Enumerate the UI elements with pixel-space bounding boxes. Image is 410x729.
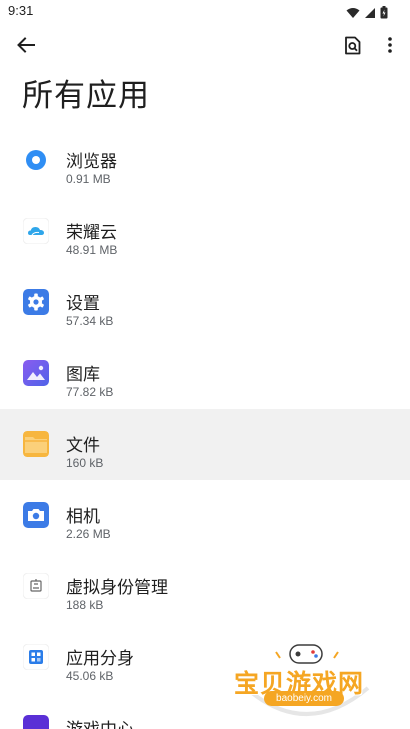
page-title: 所有应用: [22, 78, 150, 114]
back-button[interactable]: [10, 31, 42, 63]
camera-icon: [23, 502, 49, 528]
status-bar: 9:31: [0, 0, 410, 24]
app-row-virtual-identity[interactable]: 虚拟身份管理 188 kB: [0, 551, 410, 622]
game-center-icon: [23, 715, 49, 729]
app-name: 应用分身: [66, 649, 134, 669]
cloud-icon: [23, 218, 49, 244]
browser-icon: [23, 147, 49, 173]
search-doc-icon: [344, 36, 361, 59]
app-row-game-center[interactable]: 游戏中心: [0, 693, 410, 729]
app-list-screen: 9:31 所有应用 浏览器 0.91 MB 荣耀云 48.91 MB 设置 57…: [0, 0, 410, 729]
app-row-files[interactable]: 文件 160 kB: [0, 409, 410, 480]
wifi-icon: [346, 4, 360, 23]
identity-icon: [23, 573, 49, 599]
app-clone-icon: [23, 644, 49, 670]
status-time: 9:31: [8, 3, 34, 18]
search-button[interactable]: [336, 31, 368, 63]
app-name: 荣耀云: [66, 223, 117, 243]
app-name: 游戏中心: [66, 715, 134, 729]
app-row-browser[interactable]: 浏览器 0.91 MB: [0, 125, 410, 196]
battery-icon: [380, 4, 388, 23]
arrow-left-icon: [17, 37, 35, 57]
app-name: 图库: [66, 365, 100, 385]
app-size: 0.91 MB: [66, 172, 111, 186]
settings-gear-icon: [23, 289, 49, 315]
app-size: 2.26 MB: [66, 527, 111, 541]
app-row-camera[interactable]: 相机 2.26 MB: [0, 480, 410, 551]
app-bar: [0, 28, 410, 68]
app-list: 浏览器 0.91 MB 荣耀云 48.91 MB 设置 57.34 kB 图库 …: [0, 125, 410, 729]
more-options-button[interactable]: [374, 31, 406, 63]
app-size: 160 kB: [66, 456, 104, 470]
app-size: 45.06 kB: [66, 669, 114, 683]
app-size: 188 kB: [66, 598, 104, 612]
app-name: 浏览器: [66, 152, 117, 172]
app-row-gallery[interactable]: 图库 77.82 kB: [0, 338, 410, 409]
app-size: 77.82 kB: [66, 385, 114, 399]
app-name: 虚拟身份管理: [66, 578, 168, 598]
more-vert-icon: [388, 37, 392, 57]
signal-icon: [364, 4, 376, 23]
app-name: 相机: [66, 507, 100, 527]
folder-icon: [23, 431, 49, 457]
app-name: 设置: [66, 294, 100, 314]
status-icons: [346, 4, 388, 23]
app-row-honor-cloud[interactable]: 荣耀云 48.91 MB: [0, 196, 410, 267]
app-size: 48.91 MB: [66, 243, 118, 257]
app-name: 文件: [66, 436, 100, 456]
app-size: 57.34 kB: [66, 314, 114, 328]
gallery-icon: [23, 360, 49, 386]
app-row-settings[interactable]: 设置 57.34 kB: [0, 267, 410, 338]
app-row-app-clone[interactable]: 应用分身 45.06 kB: [0, 622, 410, 693]
